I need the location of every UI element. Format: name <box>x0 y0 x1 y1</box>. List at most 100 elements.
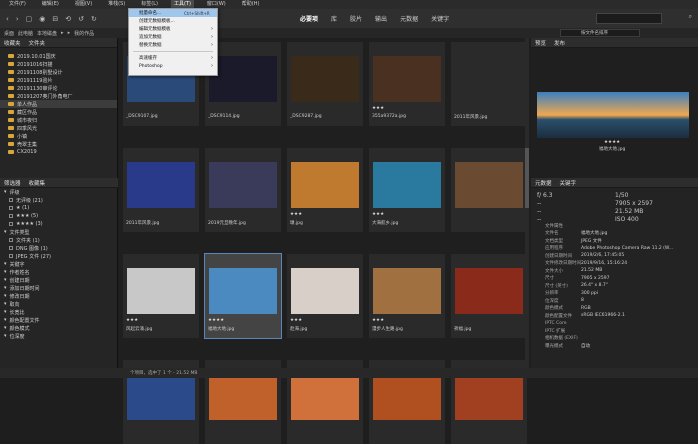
folder-item[interactable]: 壳翠主集 <box>0 140 117 148</box>
thumbnail-rating[interactable]: ★★★ <box>372 212 384 217</box>
filter-item[interactable]: ▾ 添加日期时间 <box>0 284 118 292</box>
filter-item[interactable]: ▾ 关键字 <box>0 260 118 268</box>
panel-tab[interactable]: 收藏集 <box>29 179 46 187</box>
breadcrumb-item[interactable]: 桌面 <box>4 30 14 37</box>
filter-item[interactable]: ▾ 取向 <box>0 300 118 308</box>
camera-icon[interactable]: ◉ <box>39 15 45 23</box>
menu-item[interactable]: 堆栈(S) <box>105 0 128 9</box>
folder-item[interactable]: 2019.10.01国庆 <box>0 52 117 60</box>
breadcrumb-item[interactable]: ▸ <box>61 30 64 36</box>
filter-item[interactable]: DNG 图像 (1) <box>0 244 118 252</box>
thumbnail-rating[interactable]: ★★★ <box>372 106 384 111</box>
menu-item[interactable]: 批量命名... Ctrl+Shift+R <box>129 9 217 17</box>
folder-item[interactable]: 20191207奥门外角电厂 <box>0 92 117 100</box>
menu-item[interactable]: 创建元数据模板... <box>129 17 217 25</box>
folder-item[interactable]: 小镇 <box>0 132 117 140</box>
filter-item[interactable]: ★★★★ (3) <box>0 220 118 228</box>
reveal-icon[interactable]: ▢ <box>26 15 33 23</box>
folder-item[interactable]: 20191130审评论 <box>0 84 117 92</box>
breadcrumb-item[interactable]: 此电脑 <box>18 30 33 37</box>
folder-item[interactable]: 藏区作品 <box>0 108 117 116</box>
workspace-tab[interactable]: 必要项 <box>300 14 318 23</box>
back-icon[interactable]: ‹ <box>6 15 9 23</box>
checkbox[interactable] <box>9 222 13 226</box>
menu-item[interactable]: 追加元数据 › <box>129 33 217 41</box>
thumbnail[interactable]: 祈福.jpg <box>451 254 527 338</box>
panel-tab[interactable]: 元数据 <box>535 179 552 187</box>
thumbnail[interactable]: ★★★ 漫步人生路.jpg <box>369 254 445 338</box>
workspace-tab[interactable]: 库 <box>331 14 337 23</box>
checkbox[interactable] <box>9 206 13 210</box>
filter-item[interactable]: 文件夹 (1) <box>0 236 118 244</box>
menu-item[interactable]: 文件(F) <box>6 0 29 9</box>
filter-item[interactable]: ▾ 修改日期 <box>0 292 118 300</box>
thumbnail[interactable]: 2011年风景.jpg <box>123 148 199 232</box>
rotate-left-icon[interactable]: ↺ <box>78 15 84 23</box>
workspace-tab[interactable]: 元数据 <box>400 14 418 23</box>
thumbnail-rating[interactable]: ★★★ <box>126 318 138 323</box>
thumbnail[interactable]: 2011年风景.jpg <box>451 42 527 126</box>
thumbnail[interactable]: ★★★ 赴海.jpg <box>287 254 363 338</box>
filter-item[interactable]: ▾ 颜色配置文件 <box>0 316 118 324</box>
menu-item[interactable]: 高速缓存 › <box>129 54 217 62</box>
thumbnail[interactable]: 2019元旦晚年.jpg <box>205 148 281 232</box>
folder-item[interactable]: 20191016扫描 <box>0 60 117 68</box>
rotate-right-icon[interactable]: ↻ <box>91 15 97 23</box>
menu-item[interactable]: 编辑元数据模板 › <box>129 25 217 33</box>
panel-tab[interactable]: 文件夹 <box>29 39 46 47</box>
search-icon[interactable]: ⌕ <box>689 13 692 21</box>
checkbox[interactable] <box>9 198 13 202</box>
folder-item[interactable]: 四季风光 <box>0 124 117 132</box>
checkbox[interactable] <box>9 246 13 250</box>
checkbox[interactable] <box>9 238 13 242</box>
thumbnail[interactable]: ★★★★ 福地大地.jpg <box>204 253 282 339</box>
thumbnail[interactable]: ★★★ 大海航乡.jpg <box>369 148 445 232</box>
thumbnail-rating[interactable]: ★★★ <box>290 212 302 217</box>
filter-item[interactable]: JPEG 文件 (27) <box>0 252 118 260</box>
filter-item[interactable]: 无评级 (21) <box>0 196 118 204</box>
search-input[interactable] <box>596 13 662 24</box>
workspace-tab[interactable]: 输出 <box>375 14 387 23</box>
breadcrumb-item[interactable]: 本地磁盘 <box>37 30 57 37</box>
panel-tab[interactable]: 收藏夹 <box>4 39 21 47</box>
panel-tab[interactable]: 预览 <box>535 39 546 47</box>
menu-item[interactable]: 帮助(H) <box>239 0 263 9</box>
forward-icon[interactable]: › <box>16 15 19 23</box>
checkbox[interactable] <box>9 254 13 258</box>
folder-item[interactable]: 单人作品 <box>0 100 117 108</box>
thumbnail-rating[interactable]: ★★★ <box>290 318 302 323</box>
workspace-tab[interactable]: 关键字 <box>431 14 449 23</box>
filter-item[interactable]: ▾ 创建日期 <box>0 276 118 284</box>
thumbnail[interactable]: ★★★ 风起云涌.jpg <box>123 254 199 338</box>
folder-item[interactable]: 20191108别墅设计 <box>0 68 117 76</box>
thumbnail[interactable]: ★★★ 355a9372a.jpg <box>369 42 445 126</box>
scrollbar-thumb[interactable] <box>525 148 529 208</box>
sort-dropdown[interactable]: 按文件名排序 <box>560 29 640 37</box>
thumbnail[interactable]: _DSC9287.jpg <box>287 42 363 126</box>
breadcrumb-item[interactable]: 我的作品 <box>74 30 94 37</box>
filter-item[interactable]: ▾ 颜色模式 <box>0 324 118 332</box>
panel-tab[interactable]: 发布 <box>554 39 565 47</box>
folder-item[interactable]: 城市夜归 <box>0 116 117 124</box>
thumbnail-rating[interactable]: ★★★★ <box>208 318 224 323</box>
menu-item[interactable]: Photoshop › <box>129 62 217 70</box>
open-recent-icon[interactable]: ⟲ <box>65 15 71 23</box>
workspace-tab[interactable]: 胶片 <box>350 14 362 23</box>
filter-item[interactable]: ▾ 评级 <box>0 188 118 196</box>
panel-tab[interactable]: 关键字 <box>560 179 577 187</box>
filter-item[interactable]: ▾ 长宽比 <box>0 308 118 316</box>
menu-item[interactable]: 视图(V) <box>72 0 95 9</box>
thumbnail[interactable]: ★★★ 墩.jpg <box>287 148 363 232</box>
menu-item[interactable]: 替换元数据 › <box>129 41 217 49</box>
folder-item[interactable]: CX2019 <box>0 148 117 156</box>
panel-tab[interactable]: 筛选器 <box>4 179 21 187</box>
filter-item[interactable]: ▾ 作者姓名 <box>0 268 118 276</box>
filter-item[interactable]: ★★★ (5) <box>0 212 118 220</box>
filter-item[interactable]: ▾ 文件类型 <box>0 228 118 236</box>
filter-item[interactable]: ▾ 位深度 <box>0 332 118 340</box>
thumbnail-rating[interactable]: ★★★ <box>372 318 384 323</box>
filter-item[interactable]: ★ (1) <box>0 204 118 212</box>
folder-item[interactable]: 20191119验片 <box>0 76 117 84</box>
menu-item[interactable]: 编辑(E) <box>39 0 62 9</box>
checkbox[interactable] <box>9 214 13 218</box>
